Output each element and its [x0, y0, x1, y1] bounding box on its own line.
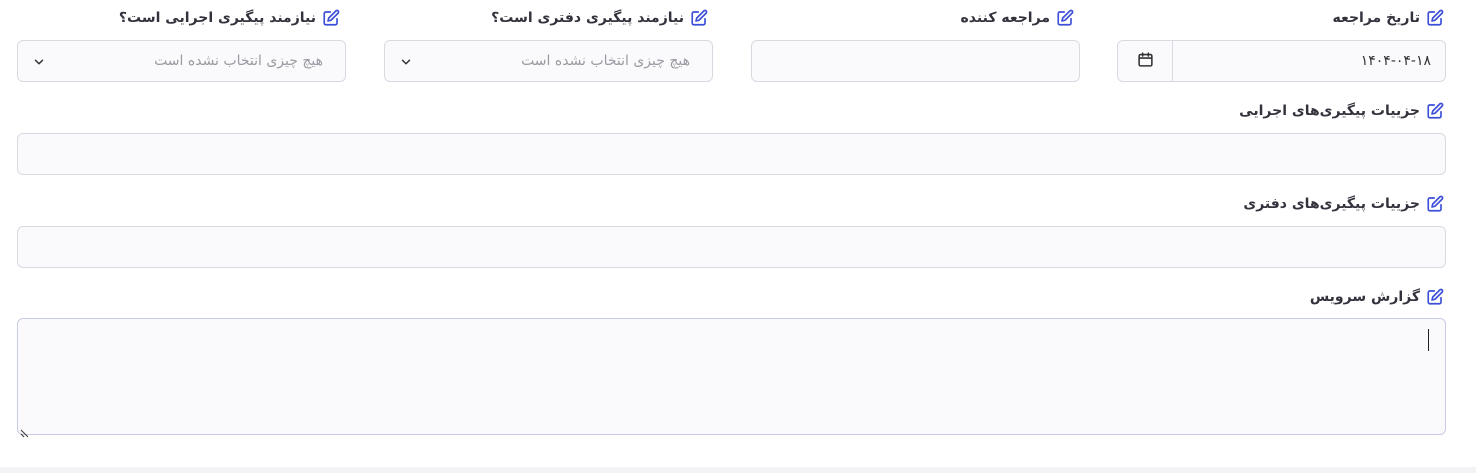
edit-icon[interactable]: [1426, 9, 1444, 27]
edit-icon[interactable]: [1426, 288, 1444, 306]
exec-details-input[interactable]: [18, 134, 1445, 174]
visitor-input[interactable]: [752, 41, 1079, 81]
visit-date-label: تاریخ مراجعه: [1332, 10, 1420, 26]
visitor-input-box: [751, 40, 1080, 82]
exec-followup-select[interactable]: هیچ چیزی انتخاب نشده است: [17, 40, 346, 82]
exec-details-label: جزییات پیگیری‌های اجرایی: [1239, 103, 1420, 119]
office-details-input-box: [17, 226, 1446, 268]
visitor-field: مراجعه کننده: [961, 8, 1074, 28]
visitor-label: مراجعه کننده: [960, 10, 1050, 26]
office-details-label: جزییات پیگیری‌های دفتری: [1243, 196, 1420, 212]
service-report-label-row: گزارش سرویس: [1310, 287, 1444, 307]
calendar-button[interactable]: [1118, 41, 1173, 81]
exec-followup-field: نیازمند پیگیری اجرایی است؟: [119, 8, 340, 28]
office-followup-placeholder: هیچ چیزی انتخاب نشده است: [521, 53, 690, 69]
office-followup-label-row: نیازمند پیگیری دفتری است؟: [491, 8, 708, 28]
office-followup-label: نیازمند پیگیری دفتری است؟: [491, 10, 684, 26]
service-visit-form: تاریخ مراجعه مراجعه کننده نیازمند پیگیری…: [0, 0, 1476, 473]
exec-followup-label: نیازمند پیگیری اجرایی است؟: [118, 10, 316, 26]
visit-date-input[interactable]: [1172, 41, 1445, 81]
visitor-label-row: مراجعه کننده: [961, 8, 1074, 28]
office-followup-select[interactable]: هیچ چیزی انتخاب نشده است: [384, 40, 713, 82]
edit-icon[interactable]: [1426, 102, 1444, 120]
calendar-icon: [1137, 51, 1154, 72]
exec-details-label-row: جزییات پیگیری‌های اجرایی: [1239, 101, 1444, 121]
resize-handle-icon[interactable]: [20, 423, 29, 438]
chevron-down-icon: [32, 54, 46, 68]
text-caret: [1428, 329, 1429, 351]
exec-details-input-box: [17, 133, 1446, 175]
edit-icon[interactable]: [322, 9, 340, 27]
service-report-label: گزارش سرویس: [1309, 289, 1420, 305]
service-report-field: گزارش سرویس: [1310, 287, 1444, 307]
service-report-textarea[interactable]: [17, 318, 1446, 438]
office-details-label-row: جزییات پیگیری‌های دفتری: [1243, 194, 1444, 214]
edit-icon[interactable]: [1426, 195, 1444, 213]
office-followup-field: نیازمند پیگیری دفتری است؟: [491, 8, 708, 28]
office-details-input[interactable]: [18, 227, 1445, 267]
footer-bar: [0, 467, 1476, 473]
office-details-field: جزییات پیگیری‌های دفتری: [1243, 194, 1444, 214]
visit-date-field: تاریخ مراجعه: [1333, 8, 1444, 28]
exec-followup-label-row: نیازمند پیگیری اجرایی است؟: [119, 8, 340, 28]
exec-followup-placeholder: هیچ چیزی انتخاب نشده است: [154, 53, 323, 69]
visit-date-input-group: [1117, 40, 1446, 82]
visit-date-label-row: تاریخ مراجعه: [1333, 8, 1444, 28]
edit-icon[interactable]: [1056, 9, 1074, 27]
chevron-down-icon: [399, 54, 413, 68]
edit-icon[interactable]: [690, 9, 708, 27]
exec-details-field: جزییات پیگیری‌های اجرایی: [1239, 101, 1444, 121]
